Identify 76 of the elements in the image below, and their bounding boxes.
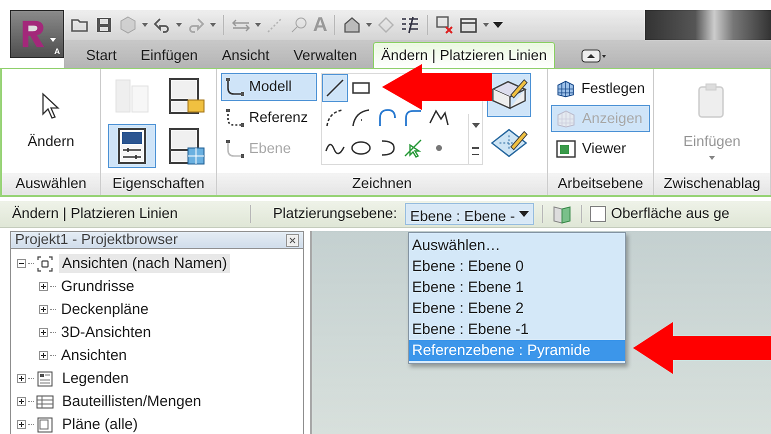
surface-checkbox[interactable]: Oberfläche aus ge bbox=[590, 206, 730, 222]
viewer-icon bbox=[556, 138, 576, 158]
tree-item[interactable]: Legenden bbox=[59, 369, 132, 388]
line-mode-icon bbox=[225, 77, 245, 97]
dropdown-option[interactable]: Ebene : Ebene -1 bbox=[409, 319, 625, 340]
work-plane-button[interactable] bbox=[487, 73, 531, 117]
panel-label: Auswählen bbox=[2, 173, 100, 195]
tree-item[interactable]: Deckenpläne bbox=[58, 300, 152, 319]
ribbon-tab[interactable]: Einfügen bbox=[132, 44, 206, 68]
line-mode-icon bbox=[225, 108, 245, 128]
tree-item[interactable]: Ansichten bbox=[58, 346, 130, 365]
panel-label: Arbeitsebene bbox=[548, 173, 653, 195]
checkbox[interactable] bbox=[590, 206, 606, 222]
dropdown-option[interactable]: Ebene : Ebene 0 bbox=[409, 256, 625, 277]
collapse-icon[interactable] bbox=[17, 259, 26, 268]
tree-item[interactable]: Pläne (alle) bbox=[59, 415, 141, 434]
ribbon-tab[interactable]: Ändern | Platzieren Linien bbox=[373, 42, 555, 68]
caret-icon[interactable] bbox=[210, 23, 216, 27]
dropdown-option[interactable]: Auswählen… bbox=[409, 235, 625, 256]
draw-mode-button[interactable]: Modell bbox=[221, 73, 317, 101]
application-button[interactable]: A bbox=[10, 10, 64, 58]
expand-icon[interactable] bbox=[39, 351, 48, 360]
placement-label: Platzierungsebene: bbox=[273, 206, 398, 222]
ribbon-tab[interactable]: Start bbox=[78, 44, 125, 68]
caret-icon[interactable] bbox=[255, 23, 261, 27]
tree-item[interactable]: 3D-Ansichten bbox=[58, 323, 154, 342]
grid-plane-icon bbox=[556, 108, 576, 128]
expand-icon[interactable] bbox=[39, 282, 48, 291]
tree-item[interactable]: Grundrisse bbox=[58, 277, 138, 296]
work-plane-button[interactable]: Festlegen bbox=[551, 75, 650, 102]
views-icon bbox=[36, 254, 54, 272]
modify-button[interactable]: Ändern bbox=[26, 91, 76, 151]
tree-item[interactable]: Ansichten (nach Namen) bbox=[59, 254, 230, 273]
context-label: Ändern | Platzieren Linien bbox=[12, 206, 179, 222]
work-plane-button[interactable]: Viewer bbox=[551, 135, 650, 162]
draw-mode-button[interactable]: Referenz bbox=[221, 104, 317, 132]
gallery-scrollbar[interactable] bbox=[468, 114, 482, 164]
line-mode-icon bbox=[225, 139, 245, 159]
list-icon[interactable] bbox=[400, 15, 420, 35]
browser-title: Projekt1 - Projektbrowser bbox=[15, 232, 178, 248]
expand-icon[interactable] bbox=[17, 374, 26, 383]
expand-icon[interactable] bbox=[17, 420, 26, 429]
caret-icon[interactable] bbox=[366, 23, 372, 27]
legend-icon bbox=[36, 370, 54, 388]
placement-dropdown[interactable]: Ebene : Ebene - bbox=[405, 203, 534, 225]
schedule-icon bbox=[36, 392, 54, 410]
clipboard-icon bbox=[697, 82, 727, 120]
expand-icon[interactable] bbox=[39, 305, 48, 314]
save-icon[interactable] bbox=[94, 15, 114, 35]
line-tool-icon[interactable] bbox=[322, 74, 348, 102]
caret-icon[interactable] bbox=[483, 23, 490, 27]
caret-icon bbox=[518, 211, 529, 217]
panel-label: Zeichnen bbox=[217, 173, 547, 195]
close-windows-icon[interactable] bbox=[435, 15, 456, 35]
panel-label: Zwischenablag bbox=[654, 173, 770, 195]
tree-item[interactable]: Bauteillisten/Mengen bbox=[59, 392, 204, 411]
switch-windows-icon[interactable] bbox=[459, 15, 480, 35]
ribbon-tab[interactable]: Verwalten bbox=[285, 44, 366, 68]
caret-icon bbox=[709, 156, 715, 160]
customize-menu-icon[interactable] bbox=[493, 22, 504, 28]
expand-icon[interactable] bbox=[17, 397, 26, 406]
expand-icon[interactable] bbox=[39, 328, 48, 337]
dropdown-option[interactable]: Ebene : Ebene 1 bbox=[409, 277, 625, 298]
caret-icon bbox=[50, 38, 56, 42]
caret-icon[interactable] bbox=[142, 23, 148, 27]
dropdown-option[interactable]: Ebene : Ebene 2 bbox=[409, 298, 625, 319]
ribbon-toggle-icon[interactable] bbox=[580, 49, 607, 63]
app-letter-label: A bbox=[54, 47, 60, 56]
close-icon[interactable] bbox=[286, 234, 299, 246]
caret-icon[interactable] bbox=[176, 23, 182, 27]
properties-properties-button[interactable] bbox=[108, 124, 156, 168]
ribbon-tab[interactable]: Ansicht bbox=[214, 44, 278, 68]
panel-label: Eigenschaften bbox=[101, 173, 216, 195]
grid-plane-icon bbox=[556, 78, 576, 98]
cursor-icon bbox=[40, 92, 62, 120]
house-icon[interactable] bbox=[342, 15, 362, 35]
